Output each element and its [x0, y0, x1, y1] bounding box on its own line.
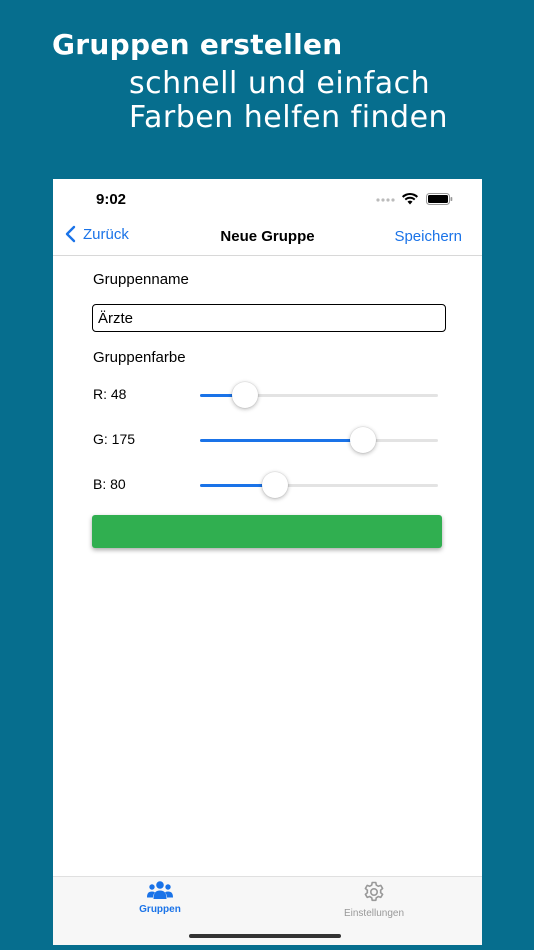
phone-screen: 9:02 Zurück Neue Gruppe Speichern Gruppe…: [53, 179, 482, 945]
tab-settings-label: Einstellungen: [343, 908, 405, 919]
green-slider-track[interactable]: [200, 427, 438, 453]
home-indicator: [189, 934, 341, 938]
promo-subline-1: schnell und einfach: [129, 66, 431, 101]
group-name-input[interactable]: [92, 304, 446, 332]
tab-groups[interactable]: Gruppen: [110, 880, 210, 915]
green-slider-thumb[interactable]: [350, 427, 377, 453]
status-icons: [376, 192, 454, 211]
slider-row-green: G: 175: [53, 425, 482, 455]
blue-value-label: B: 80: [93, 476, 126, 492]
red-slider-thumb[interactable]: [231, 382, 258, 408]
slider-row-red: R: 48: [53, 380, 482, 410]
status-bar: 9:02: [53, 179, 482, 219]
group-name-label: Gruppenname: [93, 271, 189, 288]
green-slider-fill: [200, 439, 364, 442]
wifi-icon: [402, 192, 418, 205]
color-preview: [92, 515, 442, 548]
save-button[interactable]: Speichern: [394, 228, 462, 245]
tab-settings[interactable]: Einstellungen: [324, 880, 424, 919]
status-time: 9:02: [96, 191, 127, 208]
red-slider-track[interactable]: [200, 382, 438, 408]
signal-icon: [376, 198, 395, 202]
slider-row-blue: B: 80: [53, 470, 482, 500]
gear-icon: [364, 881, 384, 902]
group-color-label: Gruppenfarbe: [93, 349, 186, 366]
battery-icon: [426, 193, 453, 205]
blue-slider-thumb[interactable]: [261, 472, 288, 498]
tab-groups-label: Gruppen: [139, 904, 181, 915]
people-icon: [147, 881, 173, 899]
green-value-label: G: 175: [93, 431, 136, 447]
promo-subline-2: Farben helfen finden: [129, 100, 449, 135]
red-value-label: R: 48: [93, 386, 127, 402]
navigation-bar: Zurück Neue Gruppe Speichern: [53, 219, 482, 256]
blue-slider-track[interactable]: [200, 472, 438, 498]
promo-headline: Gruppen erstellen: [52, 28, 343, 61]
